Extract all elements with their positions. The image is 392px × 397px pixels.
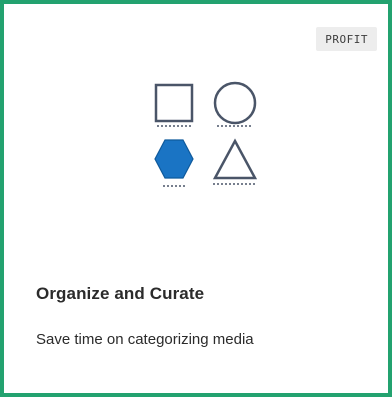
card-description: Save time on categorizing media: [36, 331, 254, 348]
square-icon: [154, 83, 194, 127]
triangle-icon: [212, 138, 258, 185]
hexagon-icon: [154, 139, 194, 187]
category-badge: PROFIT: [316, 27, 377, 51]
feature-card[interactable]: PROFIT Organize and Curate Save time on …: [0, 0, 392, 397]
card-title: Organize and Curate: [36, 284, 205, 303]
circle-icon: [213, 81, 257, 127]
shapes-illustration: [154, 81, 258, 187]
